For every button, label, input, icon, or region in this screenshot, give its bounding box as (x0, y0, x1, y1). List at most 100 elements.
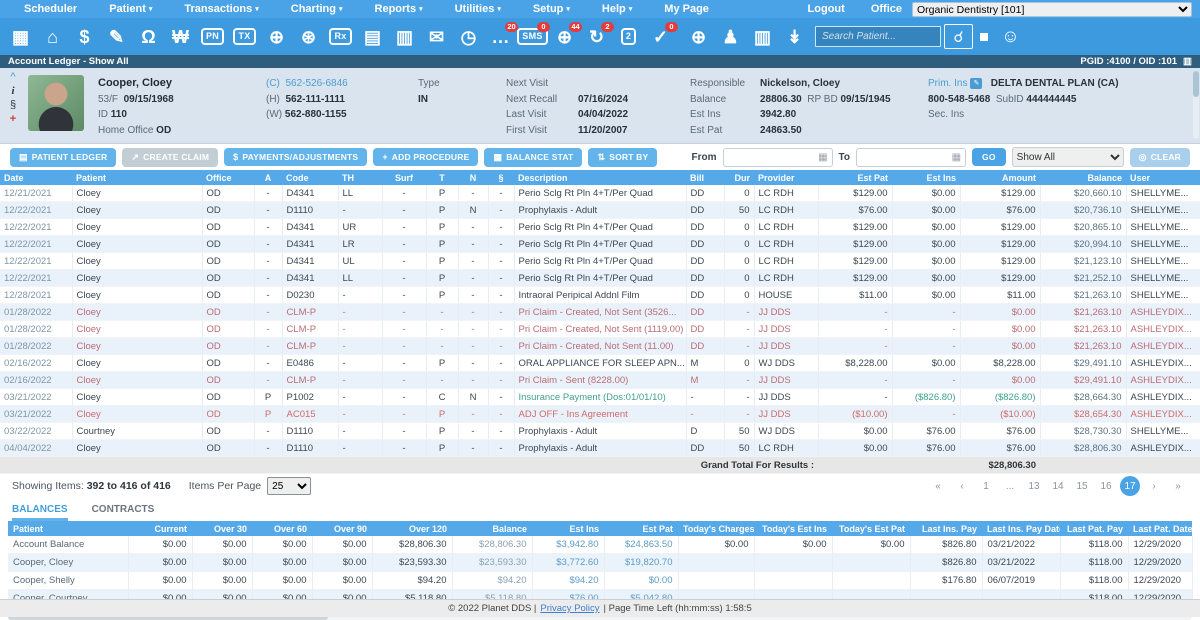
patient-appointment-icon[interactable]: ⊛ (293, 22, 324, 51)
page-15-button[interactable]: 15 (1072, 476, 1092, 496)
table-row[interactable]: 02/16/2022CloeyOD-CLM-P-----Pri Claim - … (0, 372, 1200, 389)
family-icon[interactable]: ♟ (715, 22, 746, 51)
perio-chart-icon[interactable]: ₩ (165, 22, 196, 51)
balance-stat-button[interactable]: ▦BALANCE STAT (484, 148, 582, 167)
privacy-policy-link[interactable]: Privacy Policy (540, 603, 599, 614)
edit-insurance-icon[interactable]: ✎ (970, 78, 982, 89)
menu-logout[interactable]: Logout (792, 3, 861, 15)
menu-charting[interactable]: Charting▾ (275, 3, 359, 15)
menu-reports[interactable]: Reports▾ (359, 3, 439, 15)
tooth-2-icon[interactable]: 2 (613, 22, 644, 51)
table-row[interactable]: 12/22/2021CloeyOD-D4341LL-P--Perio Sclg … (0, 270, 1200, 287)
support-icon[interactable]: ↻2 (581, 22, 612, 51)
page-16-button[interactable]: 16 (1096, 476, 1116, 496)
tab-contracts[interactable]: CONTRACTS (92, 504, 155, 521)
menu-patient[interactable]: Patient▾ (93, 3, 168, 15)
page-13-button[interactable]: 13 (1024, 476, 1044, 496)
balance-cell-5: $94.20 (372, 572, 452, 590)
prim-ins-label[interactable]: Prim. Ins (928, 78, 967, 89)
payments-adjustments-button[interactable]: $PAYMENTS/ADJUSTMENTS (224, 148, 367, 166)
web-access-icon[interactable]: ⊕ (683, 22, 714, 51)
to-date-input[interactable]: ▦ (856, 148, 966, 167)
cell-a: - (254, 219, 282, 236)
table-row[interactable]: 12/22/2021CloeyOD-D1110--PN-Prophylaxis … (0, 202, 1200, 219)
add-alert-icon[interactable]: + (10, 113, 16, 125)
tab-balances[interactable]: BALANCES (12, 504, 68, 521)
edit-chart-icon[interactable]: ✎ (101, 22, 132, 51)
sort-by-button[interactable]: ⇅SORT BY (588, 148, 657, 167)
create-claim-button[interactable]: ↗CREATE CLAIM (122, 148, 218, 167)
items-per-page-select[interactable]: 25 (267, 477, 311, 495)
table-row[interactable]: 04/04/2022CloeyOD-D1110--P--Prophylaxis … (0, 440, 1200, 457)
add-patient-icon[interactable]: ⊕ (261, 22, 292, 51)
page-14-button[interactable]: 14 (1048, 476, 1068, 496)
documents-icon[interactable]: ▥ (389, 22, 420, 51)
menu-scheduler[interactable]: Scheduler (8, 3, 93, 15)
page-1-button[interactable]: 1 (976, 476, 996, 496)
patient-ledger-button[interactable]: ▤PATIENT LEDGER (10, 148, 116, 167)
clear-button[interactable]: ◎CLEAR (1130, 148, 1190, 167)
attachment-icon[interactable]: § (10, 99, 16, 111)
table-row[interactable]: Account Balance$0.00$0.00$0.00$0.00$28,8… (8, 536, 1192, 554)
home-icon[interactable]: ⌂ (37, 22, 68, 51)
table-row[interactable]: 03/22/2022CourtneyOD-D1110--P--Prophylax… (0, 423, 1200, 440)
payments-icon[interactable]: $ (69, 22, 100, 51)
table-row[interactable]: Cooper, Shelly$0.00$0.00$0.00$0.00$94.20… (8, 572, 1192, 590)
collapse-panel-icon[interactable]: ^ (10, 71, 15, 83)
patient-birthdate: 09/15/1968 (124, 94, 174, 105)
collapse-toolbar-icon[interactable]: ↡ (779, 22, 810, 51)
page-17-button[interactable]: 17 (1120, 476, 1140, 496)
ledger-col-dur: Dur (724, 170, 754, 185)
search-option-checkbox[interactable] (980, 33, 988, 41)
table-row[interactable]: 01/28/2022CloeyOD-CLM-P-----Pri Claim - … (0, 321, 1200, 338)
menu-transactions[interactable]: Transactions▾ (168, 3, 274, 15)
treatment-plan-icon[interactable]: TX (229, 22, 260, 51)
tooth-chart-icon[interactable]: Ω (133, 22, 164, 51)
cell-phone-link[interactable]: 562-526-6846 (285, 78, 347, 89)
cell-t: P (426, 236, 458, 253)
panel-scrollbar[interactable] (1193, 71, 1199, 139)
messages-icon[interactable]: …20 (485, 22, 516, 51)
task-list-icon[interactable]: ✓0 (645, 22, 676, 51)
patient-info-icon[interactable]: i (11, 85, 14, 97)
table-row[interactable]: Cooper, Cloey$0.00$0.00$0.00$0.00$23,593… (8, 554, 1192, 572)
print-icon[interactable]: ▥ (747, 22, 778, 51)
table-row[interactable]: 12/22/2021CloeyOD-D4341UR-P--Perio Sclg … (0, 219, 1200, 236)
table-row[interactable]: 03/21/2022CloeyODPP1002--CN-Insurance Pa… (0, 389, 1200, 406)
table-row[interactable]: 12/22/2021CloeyOD-D4341UL-P--Perio Sclg … (0, 253, 1200, 270)
schedule-icon[interactable]: ▦ (5, 22, 36, 51)
menu-utilities[interactable]: Utilities▾ (439, 3, 517, 15)
patient-portal-icon[interactable]: ⊕44 (549, 22, 580, 51)
show-filter-select[interactable]: Show All (1012, 147, 1124, 167)
menu-setup[interactable]: Setup▾ (517, 3, 586, 15)
menu-my-page[interactable]: My Page (648, 3, 725, 15)
mail-icon[interactable]: ✉ (421, 22, 452, 51)
printer-icon[interactable]: ▥ (1183, 56, 1192, 67)
table-row[interactable]: 03/21/2022CloeyODPAC015--P--ADJ OFF - In… (0, 406, 1200, 423)
table-row[interactable]: 01/28/2022CloeyOD-CLM-P-----Pri Claim - … (0, 304, 1200, 321)
table-row[interactable]: 12/28/2021CloeyOD-D0230--P--Intraoral Pe… (0, 287, 1200, 304)
next-page-button[interactable]: › (1144, 476, 1164, 496)
search-patient-input[interactable] (815, 26, 941, 47)
last-page-button[interactable]: » (1168, 476, 1188, 496)
go-button[interactable]: GO (972, 148, 1006, 166)
sms-icon[interactable]: SMS0 (517, 22, 548, 51)
table-row[interactable]: 12/21/2021CloeyOD-D4341LL-P--Perio Sclg … (0, 185, 1200, 202)
progress-notes-icon[interactable]: PN (197, 22, 228, 51)
table-row[interactable]: 12/22/2021CloeyOD-D4341LR-P--Perio Sclg … (0, 236, 1200, 253)
time-clock-icon[interactable]: ◷ (453, 22, 484, 51)
table-row[interactable]: 02/16/2022CloeyOD-E0486--P--ORAL APPLIAN… (0, 355, 1200, 372)
table-row[interactable]: 01/28/2022CloeyOD-CLM-P-----Pri Claim - … (0, 338, 1200, 355)
menu-help[interactable]: Help▾ (586, 3, 648, 15)
add-procedure-button[interactable]: +ADD PROCEDURE (373, 148, 478, 166)
notes-icon[interactable]: ▤ (357, 22, 388, 51)
first-page-button[interactable]: « (928, 476, 948, 496)
search-patient-button[interactable]: ☌ (944, 24, 973, 49)
balance-cell-2: $0.00 (192, 554, 252, 572)
office-select[interactable]: Organic Dentistry [101] (912, 2, 1192, 17)
patient-photo[interactable] (28, 75, 84, 131)
advanced-search-button[interactable]: ☺ (997, 25, 1024, 48)
prev-page-button[interactable]: ‹ (952, 476, 972, 496)
from-date-input[interactable]: ▦ (723, 148, 833, 167)
rx-icon[interactable]: Rx (325, 22, 356, 51)
